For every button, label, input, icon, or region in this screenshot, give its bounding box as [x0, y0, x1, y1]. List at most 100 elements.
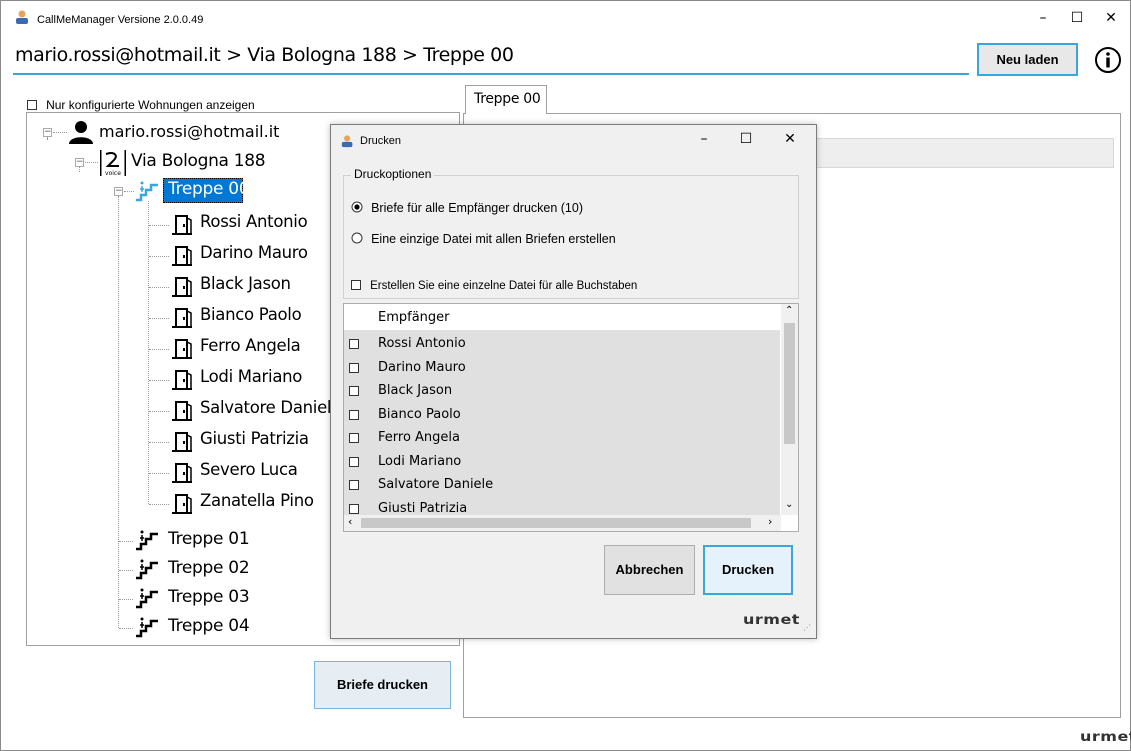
cancel-button[interactable]: Abbrechen — [604, 545, 695, 595]
tree-node-resident[interactable]: Black Jason — [200, 274, 291, 293]
door-icon — [172, 308, 192, 328]
recipients-header-label: Empfänger — [378, 310, 450, 325]
recipient-name: Black Jason — [378, 383, 453, 398]
tree-line — [149, 287, 169, 288]
cancel-label: Abbrechen — [615, 562, 684, 577]
tree-node-resident[interactable]: Salvatore Daniel — [200, 398, 332, 417]
recipient-checkbox[interactable] — [349, 503, 359, 514]
recipient-checkbox[interactable] — [349, 386, 359, 396]
stairs-icon — [136, 588, 158, 609]
scroll-up-icon[interactable]: ⌃ — [785, 305, 793, 316]
filter-configured-checkbox[interactable]: Nur konfigurierte Wohnungen anzeigen — [27, 94, 255, 113]
recipient-name: Bianco Paolo — [378, 406, 461, 422]
single-file-checkbox-box[interactable] — [351, 280, 361, 290]
recipients-list[interactable]: Empfänger Rossi Antonio Darino Mauro Black… — [343, 303, 799, 532]
tree-node-treppe-00[interactable]: Treppe 00 — [168, 179, 250, 199]
recipient-checkbox[interactable] — [349, 480, 359, 490]
recipient-checkbox[interactable] — [349, 433, 359, 443]
maximize-button[interactable]: ☐ — [1065, 7, 1089, 29]
door-icon — [172, 215, 192, 235]
reload-button[interactable]: Neu laden — [977, 43, 1078, 76]
tree-line — [149, 473, 169, 474]
footer-urmet-logo: urmet — [1080, 728, 1131, 745]
recipient-name: Lodi Mariano — [378, 453, 462, 469]
tree-line — [149, 225, 169, 226]
tree-collapse-icon[interactable]: − — [114, 187, 123, 196]
tab-treppe-00[interactable]: Treppe 00 — [465, 85, 547, 114]
option-single-file-label: Eine einzige Datei mit allen Briefen ers… — [371, 232, 616, 246]
recipient-row[interactable]: Lodi Mariano — [344, 451, 780, 474]
tree-node-resident[interactable]: Severo Luca — [200, 460, 298, 479]
tree-line — [149, 411, 169, 412]
window-title: CallMeManager Versione 2.0.0.49 — [37, 14, 204, 26]
vertical-scroll-thumb[interactable] — [784, 323, 795, 444]
scroll-right-icon[interactable]: › — [768, 515, 772, 528]
option-all-recipients[interactable]: Briefe für alle Empfänger drucken (10) — [351, 197, 583, 216]
tree-line — [85, 162, 98, 163]
option-single-file[interactable]: Eine einzige Datei mit allen Briefen ers… — [351, 228, 616, 247]
minimize-button[interactable]: – — [1031, 7, 1055, 29]
tree-node-user[interactable]: mario.rossi@hotmail.it — [99, 122, 279, 141]
recipient-row[interactable]: Rossi Antonio — [344, 333, 780, 356]
print-button[interactable]: Drucken — [703, 545, 793, 595]
tree-node-stair[interactable]: Treppe 04 — [168, 616, 250, 636]
stairs-icon — [136, 617, 158, 638]
tree-collapse-icon[interactable]: − — [43, 128, 52, 137]
recipient-checkbox[interactable] — [349, 362, 359, 373]
tree-line — [149, 504, 169, 505]
dialog-title: Drucken — [360, 135, 401, 147]
stairs-icon — [136, 530, 158, 551]
recipient-checkbox[interactable] — [349, 456, 359, 467]
scroll-down-icon[interactable]: ⌄ — [785, 499, 793, 510]
horizontal-scrollbar[interactable]: ‹ › — [344, 515, 781, 531]
filter-checkbox-label: Nur konfigurierte Wohnungen anzeigen — [46, 98, 255, 112]
radio-selected-icon[interactable] — [351, 201, 363, 213]
tree-node-resident[interactable]: Rossi Antonio — [200, 212, 308, 231]
user-icon — [69, 121, 93, 144]
tree-line — [149, 349, 169, 350]
scroll-left-icon[interactable]: ‹ — [348, 515, 352, 528]
recipient-row[interactable]: Darino Mauro — [344, 357, 780, 380]
recipient-checkbox[interactable] — [349, 409, 359, 420]
tree-node-building[interactable]: Via Bologna 188 — [131, 151, 266, 171]
horizontal-scroll-thumb[interactable] — [361, 518, 751, 528]
filter-checkbox-box[interactable] — [27, 100, 37, 110]
tree-node-resident[interactable]: Giusti Patrizia — [200, 429, 309, 448]
dialog-minimize-button[interactable]: – — [692, 128, 716, 150]
close-button[interactable]: ✕ — [1099, 7, 1123, 29]
tree-node-resident[interactable]: Ferro Angela — [200, 336, 301, 355]
tree-node-stair[interactable]: Treppe 02 — [168, 558, 250, 578]
tree-node-stair[interactable]: Treppe 01 — [168, 529, 250, 549]
tree-collapse-icon[interactable]: − — [75, 158, 84, 167]
single-file-checkbox[interactable]: Erstellen Sie eine einzelne Datei für al… — [351, 274, 637, 293]
recipient-row[interactable]: Ferro Angela — [344, 427, 780, 450]
tree-node-resident[interactable]: Zanatella Pino — [200, 491, 314, 510]
option-all-recipients-label: Briefe für alle Empfänger drucken (10) — [371, 201, 584, 215]
print-letters-label: Briefe drucken — [336, 677, 429, 692]
recipient-checkbox[interactable] — [349, 339, 359, 349]
tree-node-stair[interactable]: Treppe 03 — [168, 587, 250, 607]
radio-unselected-icon[interactable] — [351, 232, 363, 244]
dialog-close-button[interactable]: ✕ — [778, 128, 802, 150]
tree-line — [149, 256, 169, 257]
recipient-name: Salvatore Daniele — [378, 477, 494, 492]
recipient-name: Darino Mauro — [378, 359, 466, 375]
detail-header-bar — [815, 138, 1114, 168]
tree-line — [53, 132, 67, 133]
recipient-row[interactable]: Salvatore Daniele — [344, 474, 780, 497]
tree-line — [119, 541, 133, 542]
recipient-row[interactable]: Bianco Paolo — [344, 404, 780, 427]
dialog-maximize-button[interactable]: ☐ — [734, 128, 758, 150]
print-letters-button[interactable]: Briefe drucken — [314, 661, 451, 709]
recipient-row[interactable]: Black Jason — [344, 380, 780, 403]
title-bar[interactable]: CallMeManager Versione 2.0.0.49 – ☐ ✕ — [1, 1, 1130, 33]
resize-grip-icon[interactable]: ⋰ — [803, 623, 811, 632]
tree-node-resident[interactable]: Darino Mauro — [200, 243, 308, 262]
tree-node-resident[interactable]: Bianco Paolo — [200, 305, 302, 324]
info-button[interactable] — [1093, 45, 1123, 75]
vertical-scrollbar[interactable]: ⌃ ⌄ — [781, 304, 798, 515]
tree-node-resident[interactable]: Lodi Mariano — [200, 367, 302, 386]
tree-line — [149, 318, 169, 319]
dialog-user-icon — [341, 135, 353, 148]
breadcrumb: mario.rossi@hotmail.it > Via Bologna 188… — [15, 44, 514, 66]
